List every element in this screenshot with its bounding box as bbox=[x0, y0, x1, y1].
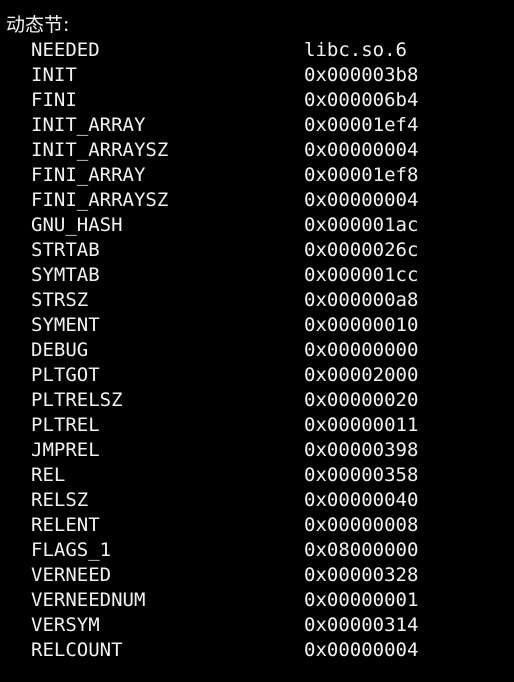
entry-value: 0x00001ef8 bbox=[304, 164, 419, 186]
dynamic-entry-row: STRTAB 0x0000026c bbox=[0, 238, 514, 263]
dynamic-entry-row: RELSZ 0x00000040 bbox=[0, 488, 514, 513]
entry-tag: PLTREL bbox=[31, 414, 100, 436]
entry-value: 0x00000004 bbox=[304, 139, 419, 161]
entry-value: 0x00000004 bbox=[304, 189, 419, 211]
dynamic-entry-row: STRSZ 0x000000a8 bbox=[0, 288, 514, 313]
dynamic-entry-row: VERSYM 0x00000314 bbox=[0, 613, 514, 638]
entry-tag: NEEDED bbox=[31, 39, 100, 61]
entry-tag: RELENT bbox=[31, 514, 100, 536]
dynamic-entry-row: REL 0x00000358 bbox=[0, 463, 514, 488]
dynamic-entry-row: INIT 0x000003b8 bbox=[0, 63, 514, 88]
entry-value: 0x00000001 bbox=[304, 589, 419, 611]
dynamic-entry-row: DEBUG 0x00000000 bbox=[0, 338, 514, 363]
entry-value: 0x00000010 bbox=[304, 314, 419, 336]
entry-tag: STRTAB bbox=[31, 239, 100, 261]
entry-value: 0x00000358 bbox=[304, 464, 419, 486]
entry-value: 0x000000a8 bbox=[304, 289, 419, 311]
entry-tag: INIT_ARRAYSZ bbox=[31, 139, 169, 161]
entry-tag: FINI_ARRAYSZ bbox=[31, 189, 169, 211]
dynamic-entry-row: FLAGS_1 0x08000000 bbox=[0, 538, 514, 563]
entry-tag: RELSZ bbox=[31, 489, 89, 511]
entry-tag: GNU_HASH bbox=[31, 214, 123, 236]
entry-tag: DEBUG bbox=[31, 339, 89, 361]
dynamic-entry-row: INIT_ARRAY 0x00001ef4 bbox=[0, 113, 514, 138]
entry-value: 0x00000011 bbox=[304, 414, 419, 436]
entry-value: 0x000006b4 bbox=[304, 89, 419, 111]
entry-tag: SYMENT bbox=[31, 314, 100, 336]
entry-tag: SYMTAB bbox=[31, 264, 100, 286]
entry-value: 0x000003b8 bbox=[304, 64, 419, 86]
dynamic-entry-row: FINI_ARRAY 0x00001ef8 bbox=[0, 163, 514, 188]
entry-tag: RELCOUNT bbox=[31, 639, 123, 661]
entry-tag: VERNEED bbox=[31, 564, 112, 586]
entry-value: 0x00000008 bbox=[304, 514, 419, 536]
entry-value: 0x00000398 bbox=[304, 439, 419, 461]
entry-tag: FLAGS_1 bbox=[31, 539, 112, 561]
entry-value: 0x00000020 bbox=[304, 389, 419, 411]
dynamic-entry-row: VERNEEDNUM 0x00000001 bbox=[0, 588, 514, 613]
dynamic-entry-row: FINI_ARRAYSZ 0x00000004 bbox=[0, 188, 514, 213]
entry-value: libc.so.6 bbox=[304, 39, 407, 61]
entry-value: 0x00000314 bbox=[304, 614, 419, 636]
entry-value: 0x00001ef4 bbox=[304, 114, 419, 136]
entry-tag: INIT_ARRAY bbox=[31, 114, 146, 136]
entry-value: 0x08000000 bbox=[304, 539, 419, 561]
entry-value: 0x00000328 bbox=[304, 564, 419, 586]
dynamic-entry-row: PLTGOT 0x00002000 bbox=[0, 363, 514, 388]
entry-tag: PLTGOT bbox=[31, 364, 100, 386]
dynamic-entry-row: SYMTAB 0x000001cc bbox=[0, 263, 514, 288]
entry-value: 0x00000004 bbox=[304, 639, 419, 661]
entry-tag: REL bbox=[31, 464, 66, 486]
dynamic-entry-row: PLTREL 0x00000011 bbox=[0, 413, 514, 438]
dynamic-entry-row: INIT_ARRAYSZ 0x00000004 bbox=[0, 138, 514, 163]
entry-tag: VERSYM bbox=[31, 614, 100, 636]
dynamic-entry-row: RELCOUNT 0x00000004 bbox=[0, 638, 514, 663]
entry-tag: PLTRELSZ bbox=[31, 389, 123, 411]
dynamic-entry-row: PLTRELSZ 0x00000020 bbox=[0, 388, 514, 413]
dynamic-entry-row: SYMENT 0x00000010 bbox=[0, 313, 514, 338]
dynamic-entry-row: VERNEED 0x00000328 bbox=[0, 563, 514, 588]
entry-value: 0x00000000 bbox=[304, 339, 419, 361]
entry-value: 0x00000040 bbox=[304, 489, 419, 511]
dynamic-entry-row: JMPREL 0x00000398 bbox=[0, 438, 514, 463]
dynamic-entry-row: FINI 0x000006b4 bbox=[0, 88, 514, 113]
entry-tag: VERNEEDNUM bbox=[31, 589, 146, 611]
dynamic-section-heading: 动态节: bbox=[6, 14, 70, 36]
entry-value: 0x000001ac bbox=[304, 214, 419, 236]
entry-tag: INIT bbox=[31, 64, 77, 86]
entry-tag: FINI_ARRAY bbox=[31, 164, 146, 186]
entry-value: 0x000001cc bbox=[304, 264, 419, 286]
dynamic-entry-row: RELENT 0x00000008 bbox=[0, 513, 514, 538]
terminal-window[interactable]: 动态节: NEEDED libc.so.6 INIT 0x000003b8 FINI 0x… bbox=[0, 0, 514, 682]
entry-tag: FINI bbox=[31, 89, 77, 111]
dynamic-entry-row: NEEDED libc.so.6 bbox=[0, 38, 514, 63]
entry-tag: JMPREL bbox=[31, 439, 100, 461]
dynamic-entry-row: GNU_HASH 0x000001ac bbox=[0, 213, 514, 238]
dynamic-section-entries: NEEDED libc.so.6 INIT 0x000003b8 FINI 0x00000… bbox=[0, 38, 514, 663]
entry-tag: STRSZ bbox=[31, 289, 89, 311]
entry-value: 0x00002000 bbox=[304, 364, 419, 386]
entry-value: 0x0000026c bbox=[304, 239, 419, 261]
